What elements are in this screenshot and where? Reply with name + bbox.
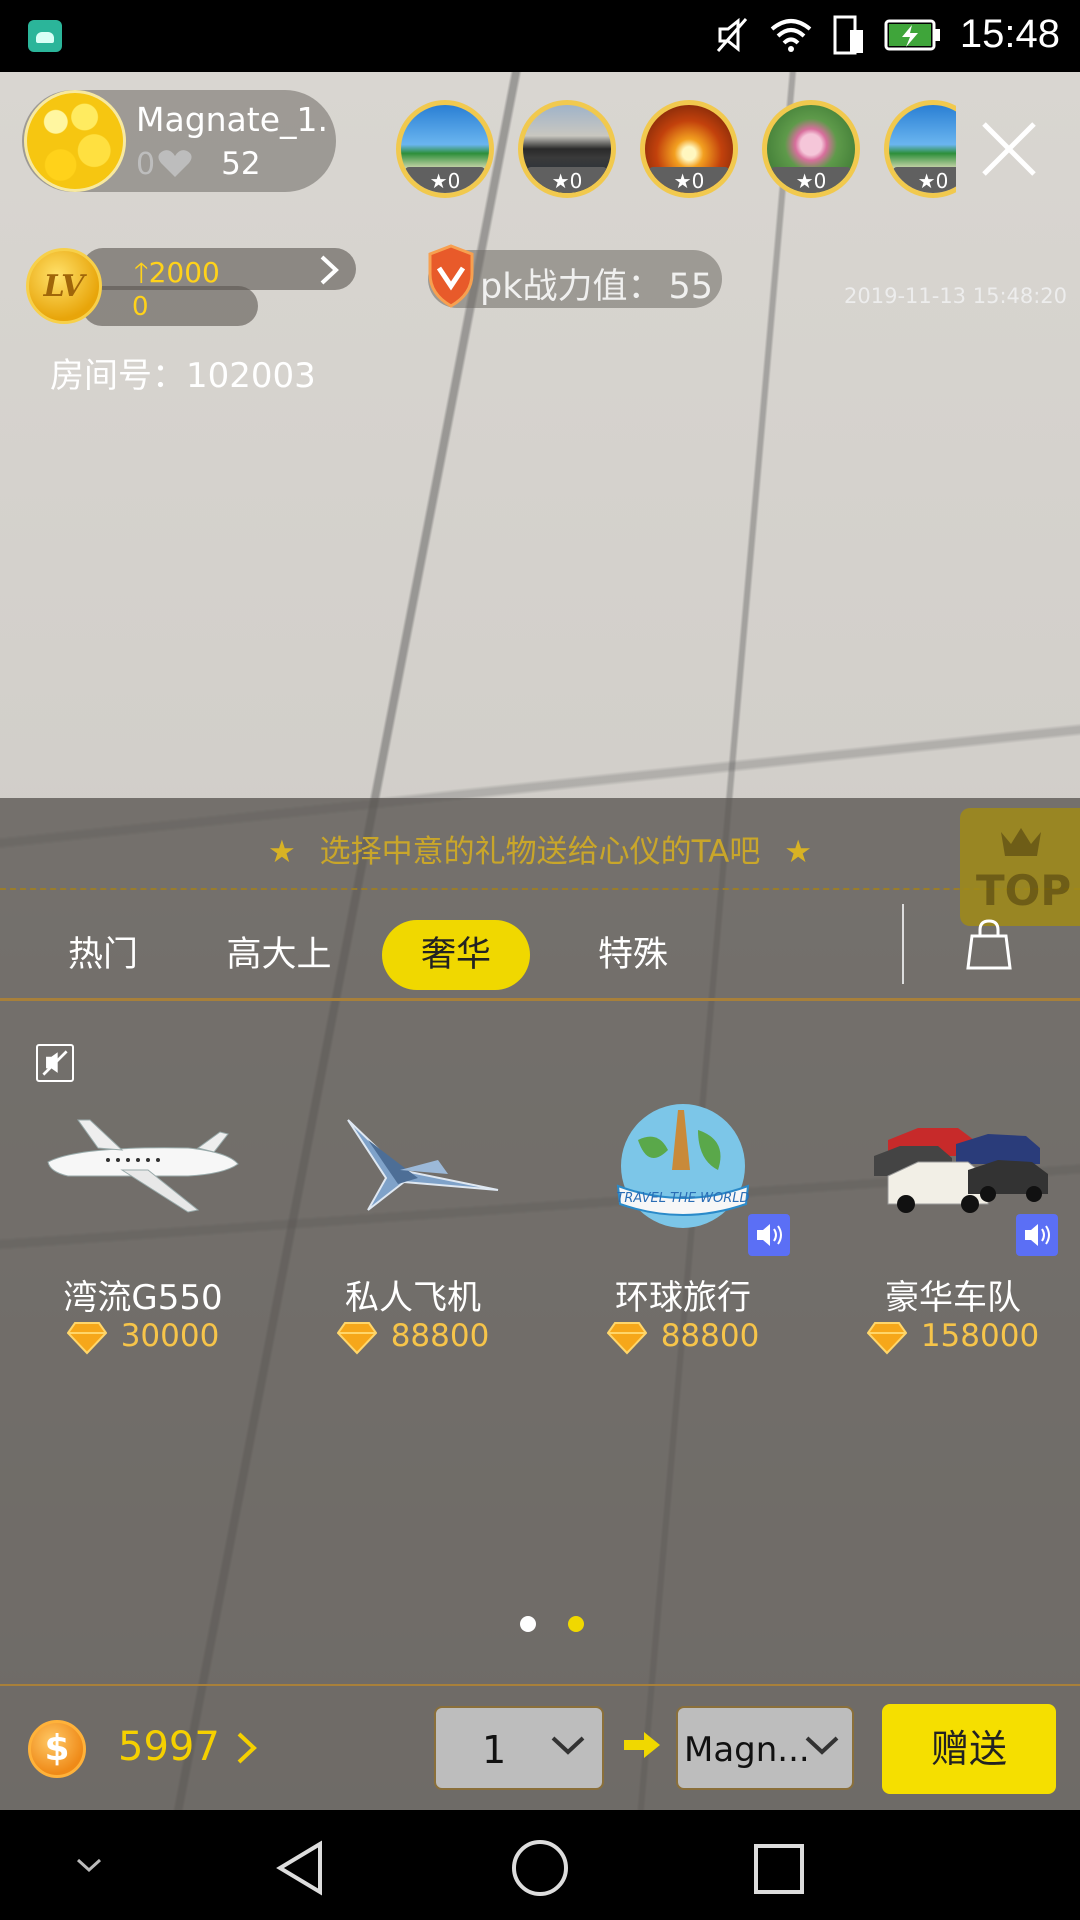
chevron-down-icon [805, 1736, 839, 1755]
chevron-down-icon [551, 1736, 585, 1755]
gift-item-private-jet[interactable]: 私人飞机 88800 [278, 1090, 548, 1370]
tab-hot[interactable]: 热门 [48, 920, 158, 990]
diamond-icon [606, 1321, 647, 1354]
gift-item-world-travel[interactable]: TRAVEL THE WORLD 环球旅行 88800 [548, 1090, 818, 1370]
chevron-down-icon[interactable] [74, 1856, 104, 1876]
gift-name: 豪华车队 [885, 1278, 1021, 1318]
gift-name: 私人飞机 [345, 1278, 481, 1318]
shield-icon [428, 244, 474, 308]
sim-icon [833, 15, 863, 54]
recents-icon[interactable] [752, 1842, 806, 1896]
fighter-jet-icon [347, 1119, 499, 1211]
tab-luxury[interactable]: 奢华 [382, 920, 530, 990]
fan-avatar[interactable]: ★0 [884, 100, 956, 198]
page-dot[interactable] [520, 1616, 536, 1632]
divider [0, 1684, 1080, 1686]
page-indicator [520, 1616, 584, 1632]
page-dot-active[interactable] [568, 1616, 584, 1632]
gift-price: 88800 [548, 1318, 818, 1355]
recipient-value: Magn... [684, 1730, 808, 1770]
close-icon[interactable] [978, 118, 1040, 180]
chevron-right-icon[interactable] [234, 1730, 260, 1766]
svg-text:TRAVEL THE WORLD: TRAVEL THE WORLD [616, 1191, 749, 1206]
fan-avatar[interactable]: ★0 [396, 100, 494, 198]
gift-tabs: 热门 高大上 奢华 特殊 [0, 906, 1080, 1002]
gift-name: 湾流G550 [63, 1278, 223, 1318]
fan-badge: ★0 [527, 167, 607, 193]
star-icon: ★ [784, 834, 813, 870]
recipient-select[interactable]: Magn... [676, 1706, 854, 1790]
gift-price: 30000 [8, 1318, 278, 1355]
divider [0, 998, 1080, 1001]
wifi-icon [770, 18, 812, 52]
fan-badge: ★0 [649, 167, 729, 193]
tab-special[interactable]: 特殊 [574, 920, 692, 990]
fan-badge: ★0 [893, 167, 956, 193]
top-fans-list[interactable]: ★0 ★0 ★0 ★0 ★0 [396, 100, 956, 210]
sound-effect-icon [1016, 1214, 1058, 1256]
gulfstream-jet-icon [47, 1119, 239, 1213]
level-current: 0 [132, 292, 149, 322]
balance-value[interactable]: 5997 [118, 1724, 220, 1770]
room-number: 房间号：102003 [50, 356, 316, 396]
send-button[interactable]: 赠送 [882, 1704, 1056, 1794]
status-bar: 15:48 [0, 0, 1080, 72]
host-likes: 52 [221, 146, 261, 182]
heart-icon [158, 150, 192, 177]
arrow-right-icon [624, 1732, 660, 1758]
status-icons: 15:48 [714, 12, 1060, 57]
level-badge-icon: LV [26, 248, 102, 324]
home-icon[interactable] [510, 1838, 570, 1898]
host-stats: 0 52 [136, 146, 261, 182]
gift-price: 158000 [818, 1318, 1080, 1355]
gift-item-luxury-fleet[interactable]: 豪华车队 158000 [818, 1090, 1080, 1370]
fan-avatar[interactable]: ★0 [640, 100, 738, 198]
diamond-icon [66, 1321, 107, 1354]
divider [0, 888, 1080, 890]
fan-badge: ★0 [771, 167, 851, 193]
tab-premium[interactable]: 高大上 [206, 920, 352, 990]
fan-badge: ★0 [405, 167, 485, 193]
timestamp: 2019-11-13 15:48:20 [844, 284, 1068, 308]
bag-icon[interactable] [966, 918, 1012, 972]
quantity-value: 1 [482, 1728, 507, 1772]
gift-item-gulfstream[interactable]: 湾流G550 30000 [8, 1090, 278, 1370]
fan-avatar[interactable]: ★0 [518, 100, 616, 198]
host-zero-count: 0 [136, 146, 156, 182]
quantity-select[interactable]: 1 [434, 1706, 604, 1790]
mute-icon [716, 17, 748, 52]
divider [902, 904, 904, 984]
chevron-right-icon [320, 255, 339, 285]
diamond-icon [866, 1321, 907, 1354]
gift-price: 88800 [278, 1318, 548, 1355]
effects-toggle-icon[interactable] [36, 1044, 74, 1082]
host-name: Magnate_1... [136, 100, 326, 139]
gift-grid: 湾流G550 30000 私人飞机 88800 TRAVEL THE WORLD… [0, 1090, 1080, 1370]
crown-icon [1001, 828, 1041, 856]
battery-charging-icon [884, 19, 940, 50]
sound-effect-icon [748, 1214, 790, 1256]
host-avatar[interactable] [24, 90, 126, 192]
fan-avatar[interactable]: ★0 [762, 100, 860, 198]
gift-hint: ★ 选择中意的礼物送给心仪的TA吧 ★ [267, 834, 813, 870]
star-icon: ★ [267, 834, 296, 870]
pk-power-text: pk战力值： 55 [480, 267, 714, 307]
android-app-icon [28, 20, 62, 52]
back-icon[interactable] [272, 1838, 328, 1898]
coin-icon: $ [28, 1720, 86, 1778]
diamond-icon [336, 1321, 377, 1354]
gift-name: 环球旅行 [615, 1278, 751, 1318]
navigation-bar [0, 1810, 1080, 1920]
clock: 15:48 [959, 12, 1060, 56]
level-info[interactable]: LV 🡑2000 0 [22, 248, 356, 326]
